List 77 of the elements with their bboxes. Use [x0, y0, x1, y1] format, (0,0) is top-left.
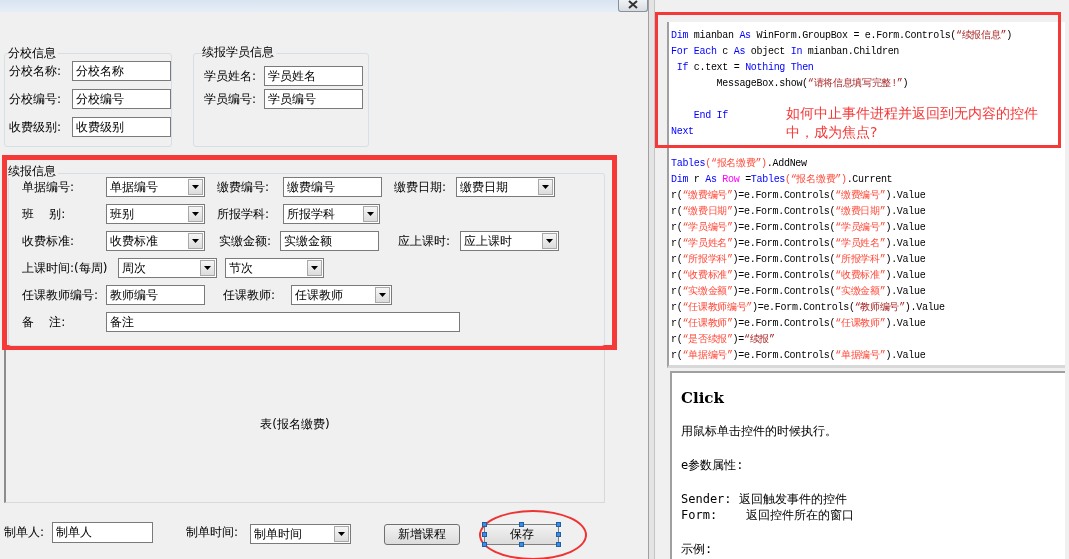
code-line: r(“学员姓名”)=e.Form.Controls(“学员姓名”).Value	[671, 237, 926, 251]
code-line: r(“学员编号”)=e.Form.Controls(“学员编号”).Value	[671, 221, 926, 235]
text-field[interactable]: 实缴金额	[280, 230, 379, 251]
combo-box[interactable]: 周次	[118, 257, 217, 278]
push-button[interactable]: 保存	[484, 523, 559, 545]
field-label: 制单人:	[3, 525, 46, 539]
field-label: 学员编号:	[203, 91, 258, 106]
field-label: 实缴金额:	[218, 233, 273, 248]
field-label: 分校名称:	[8, 63, 63, 78]
text-field[interactable]: 分校编号	[72, 88, 171, 109]
field-label: 缴费日期:	[393, 179, 448, 194]
field-label: 应上课时:	[397, 233, 452, 248]
combo-box[interactable]: 节次	[225, 257, 324, 278]
combo-box[interactable]: 缴费日期	[456, 176, 555, 197]
combo-box[interactable]: 任课教师	[291, 284, 392, 305]
text-field[interactable]: 缴费编号	[283, 176, 382, 197]
combo-box[interactable]: 应上课时	[460, 230, 559, 251]
table-caption: 表(报名缴费)	[260, 415, 330, 433]
scrollbar[interactable]	[648, 0, 655, 559]
text-field[interactable]: 教师编号	[106, 284, 205, 305]
code-line: Dim r As Row =Tables(“报名缴费”).Current	[671, 173, 893, 187]
annotation-text: 如何中止事件进程并返回到无内容的控件中，成为焦点?	[786, 104, 1039, 142]
code-line: r(“缴费日期”)=e.Form.Controls(“缴费日期”).Value	[671, 204, 926, 219]
group-title: 续报学员信息	[202, 45, 276, 59]
combo-box[interactable]: 单据编号	[106, 176, 205, 197]
field-label: 收费级别:	[8, 119, 63, 134]
field-label: 学员姓名:	[203, 68, 258, 83]
code-editor[interactable]	[667, 22, 1065, 368]
text-field[interactable]: 制单人	[52, 521, 153, 543]
field-label: 收费标准:	[21, 233, 76, 248]
code-line: r(“收费标准”)=e.Form.Controls(“收费标准”).Value	[671, 269, 926, 283]
field-label: 任课教师编号:	[21, 287, 100, 302]
text-field[interactable]: 备注	[106, 311, 460, 332]
close-icon	[627, 0, 639, 9]
combo-box[interactable]: 制单时间	[250, 524, 351, 544]
text-field[interactable]: 学员姓名	[264, 65, 363, 86]
code-line: r(“缴费编号”)=e.Form.Controls(“缴费编号”).Value	[671, 189, 926, 203]
help-text: e参数属性:	[681, 457, 745, 473]
field-label: 班 别:	[21, 206, 67, 221]
code-line: MessageBox.show(“请将信息填写完整!”)	[715, 76, 909, 91]
code-line: r(“任课教师”)=e.Form.Controls(“任课教师”).Value	[671, 317, 926, 331]
help-text: 示例:	[681, 541, 714, 557]
text-field[interactable]: 学员编号	[264, 88, 363, 109]
code-line: Tables(“报名缴费”).AddNew	[671, 157, 807, 171]
help-text: Form: 返回控件所在的窗口	[681, 507, 856, 523]
selection-handle[interactable]	[519, 521, 524, 527]
combo-box[interactable]: 收费标准	[106, 230, 205, 251]
code-line: r(“实缴金额”)=e.Form.Controls(“实缴金额”).Value	[671, 284, 926, 299]
field-label: 缴费编号:	[216, 179, 271, 194]
code-line: r(“任课教师编号”)=e.Form.Controls(“教师编号”).Value	[671, 301, 945, 315]
code-line: For Each c As object In mianban.Children	[671, 45, 900, 59]
field-label: 制单时间:	[185, 525, 240, 539]
code-line: r(“单据编号”)=e.Form.Controls(“单据编号”).Value	[671, 349, 926, 363]
code-line: Next	[671, 125, 694, 139]
combo-box[interactable]: 班别	[106, 203, 205, 224]
field-label: 单据编号:	[21, 179, 76, 194]
code-line: r(“是否续报”)=“续报”	[671, 332, 775, 347]
field-label: 任课教师:	[222, 287, 277, 302]
code-line: End If	[692, 109, 728, 123]
code-line: Dim mianban As WinForm.GroupBox = e.Form.Controls(“续报信息”)	[671, 28, 1012, 43]
close-button[interactable]	[618, 0, 648, 12]
field-label: 备 注:	[21, 314, 67, 329]
help-title: Click	[681, 389, 726, 407]
field-label: 所报学科:	[216, 206, 271, 221]
text-field[interactable]: 收费级别	[72, 116, 171, 137]
help-text: 用鼠标单击控件的时候执行。	[681, 423, 838, 439]
text-field[interactable]: 分校名称	[72, 60, 171, 81]
combo-box[interactable]: 所报学科	[283, 203, 380, 224]
code-line: r(“所报学科”)=e.Form.Controls(“所报学科”).Value	[671, 253, 926, 267]
field-label: 分校编号:	[8, 91, 63, 106]
help-text: Sender: 返回触发事件的控件	[681, 491, 848, 507]
code-line: If c.text = Nothing Then	[675, 61, 814, 75]
push-button[interactable]: 新增课程	[384, 523, 460, 545]
group-title: 续报信息	[8, 164, 58, 178]
selection-handle[interactable]	[519, 541, 524, 547]
group-title: 分校信息	[8, 46, 58, 60]
field-label: 上课时间:(每周)	[21, 260, 109, 275]
